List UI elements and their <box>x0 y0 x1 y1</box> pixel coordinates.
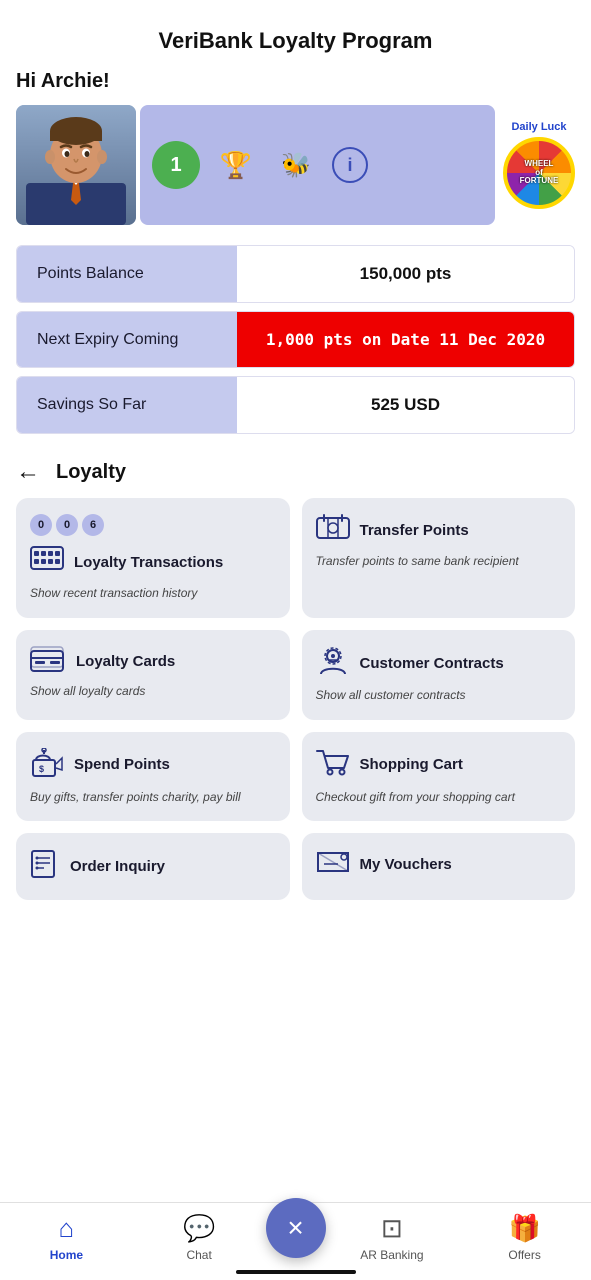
next-expiry-value: 1,000 pts on Date 11 Dec 2020 <box>237 312 574 367</box>
badges-area: 1 🏆 🐝 i <box>140 105 495 225</box>
my-vouchers-header: My Vouchers <box>316 849 452 880</box>
customer-contracts-icon <box>316 646 350 681</box>
fab-button[interactable]: × <box>266 1198 326 1258</box>
loyalty-cards-icon <box>30 646 66 677</box>
customer-contracts-title: Customer Contracts <box>360 654 504 674</box>
next-expiry-label: Next Expiry Coming <box>17 312 237 367</box>
points-balance-label: Points Balance <box>17 246 237 302</box>
summary-section: Points Balance 150,000 pts Next Expiry C… <box>0 241 591 434</box>
bottom-nav: ⌂ Home 💬 Chat × ⊡ AR Banking 🎁 Offers <box>0 1202 591 1280</box>
loyalty-transactions-title: Loyalty Transactions <box>74 553 223 573</box>
nav-home[interactable]: ⌂ Home <box>0 1213 133 1262</box>
spend-points-card[interactable]: $ Spend Points Buy gifts, transfer point… <box>16 732 290 822</box>
nav-ar-banking[interactable]: ⊡ AR Banking <box>326 1213 459 1262</box>
badge-level[interactable]: 1 <box>152 141 200 189</box>
avatar <box>16 105 136 225</box>
fab-icon: × <box>287 1212 303 1244</box>
my-vouchers-title: My Vouchers <box>360 855 452 875</box>
nav-offers-label: Offers <box>508 1248 540 1262</box>
nav-home-label: Home <box>50 1248 83 1262</box>
my-vouchers-icon <box>316 849 350 880</box>
loyalty-transactions-header: Loyalty Transactions <box>30 546 223 579</box>
bottom-indicator <box>236 1270 356 1274</box>
customer-contracts-desc: Show all customer contracts <box>316 687 466 704</box>
chat-icon: 💬 <box>183 1213 215 1244</box>
spend-points-icon: $ <box>30 748 64 783</box>
profile-row: 1 🏆 🐝 i Daily Luck WHEELofFORTUNE <box>0 105 591 241</box>
loyalty-grid: 0 0 6 Loyalty Transactions Show <box>0 494 591 904</box>
points-balance-value: 150,000 pts <box>237 246 574 302</box>
shopping-cart-desc: Checkout gift from your shopping cart <box>316 789 515 806</box>
nav-chat-label: Chat <box>186 1248 211 1262</box>
customer-contracts-card[interactable]: Customer Contracts Show all customer con… <box>302 630 576 720</box>
loyalty-nav: ← Loyalty <box>0 442 591 494</box>
badge-0b: 0 <box>56 514 78 536</box>
loyalty-cards-title: Loyalty Cards <box>76 652 175 672</box>
nav-chat[interactable]: 💬 Chat <box>133 1213 266 1262</box>
transfer-points-title: Transfer Points <box>360 521 469 541</box>
savings-value: 525 USD <box>237 377 574 433</box>
page-header: VeriBank Loyalty Program <box>0 0 591 62</box>
points-balance-row: Points Balance 150,000 pts <box>16 245 575 303</box>
order-inquiry-card[interactable]: Order Inquiry <box>16 833 290 900</box>
shopping-cart-card[interactable]: Shopping Cart Checkout gift from your sh… <box>302 732 576 822</box>
loyalty-transactions-desc: Show recent transaction history <box>30 585 197 602</box>
savings-row: Savings So Far 525 USD <box>16 376 575 434</box>
transaction-badges: 0 0 6 <box>30 514 104 538</box>
order-inquiry-header: Order Inquiry <box>30 849 165 884</box>
wheel-circle[interactable]: WHEELofFORTUNE <box>503 137 575 209</box>
badge-info[interactable]: i <box>332 147 368 183</box>
shopping-cart-header: Shopping Cart <box>316 748 463 783</box>
order-inquiry-title: Order Inquiry <box>70 857 165 877</box>
loyalty-transactions-card[interactable]: 0 0 6 Loyalty Transactions Show <box>16 498 290 618</box>
spend-points-header: $ Spend Points <box>30 748 170 783</box>
transfer-points-card[interactable]: Transfer Points Transfer points to same … <box>302 498 576 618</box>
ar-banking-icon: ⊡ <box>381 1213 403 1244</box>
shopping-cart-icon <box>316 748 350 783</box>
avatar-image <box>16 105 136 225</box>
badge-0a: 0 <box>30 514 52 536</box>
home-icon: ⌂ <box>59 1213 75 1244</box>
greeting: Hi Archie! <box>0 62 591 105</box>
transfer-points-icon <box>316 514 350 547</box>
page-title: VeriBank Loyalty Program <box>16 28 575 54</box>
svg-text:$: $ <box>39 764 44 774</box>
offers-icon: 🎁 <box>508 1213 540 1244</box>
badge-bee[interactable]: 🐝 <box>272 141 320 189</box>
spend-points-desc: Buy gifts, transfer points charity, pay … <box>30 789 241 806</box>
my-vouchers-card[interactable]: My Vouchers <box>302 833 576 900</box>
loyalty-cards-card[interactable]: Loyalty Cards Show all loyalty cards <box>16 630 290 720</box>
transfer-points-desc: Transfer points to same bank recipient <box>316 553 519 570</box>
transfer-points-header: Transfer Points <box>316 514 469 547</box>
customer-contracts-header: Customer Contracts <box>316 646 504 681</box>
savings-label: Savings So Far <box>17 377 237 433</box>
wheel-of-fortune[interactable]: Daily Luck WHEELofFORTUNE <box>503 121 575 209</box>
nav-ar-banking-label: AR Banking <box>360 1248 423 1262</box>
badge-trophy[interactable]: 🏆 <box>212 141 260 189</box>
badge-6: 6 <box>82 514 104 536</box>
loyalty-transactions-icon <box>30 546 64 579</box>
next-expiry-row: Next Expiry Coming 1,000 pts on Date 11 … <box>16 311 575 368</box>
daily-luck-label: Daily Luck <box>511 121 566 133</box>
loyalty-cards-header: Loyalty Cards <box>30 646 175 677</box>
shopping-cart-title: Shopping Cart <box>360 755 463 775</box>
order-inquiry-icon <box>30 849 60 884</box>
back-button[interactable]: ← <box>16 458 40 486</box>
nav-offers[interactable]: 🎁 Offers <box>458 1213 591 1262</box>
loyalty-section-title: Loyalty <box>56 461 126 484</box>
loyalty-cards-desc: Show all loyalty cards <box>30 683 145 700</box>
spend-points-title: Spend Points <box>74 755 170 775</box>
